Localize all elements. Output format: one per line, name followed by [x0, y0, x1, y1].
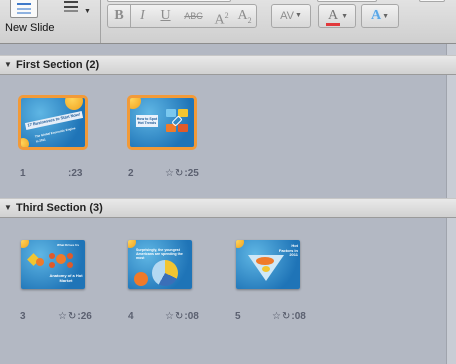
- section-title: First Section (2): [16, 59, 100, 71]
- slide-number: 3: [20, 311, 26, 322]
- underline-button[interactable]: U: [154, 4, 178, 28]
- slide-thumbnail-3[interactable]: What Drives Us Anatomy of a Hot Market: [21, 240, 85, 289]
- chevron-down-icon: ▼: [341, 12, 349, 20]
- slide-number: 2: [128, 168, 134, 179]
- font-format-bar: B I U ABC A2 A2 AV▼ A ▼ A▼: [107, 2, 456, 32]
- star-icon: ☆: [272, 311, 281, 322]
- slide-thumbnail-2[interactable]: How to Spot Hot Trends: [127, 95, 197, 150]
- new-slide-button[interactable]: New Slide: [0, 0, 58, 43]
- slide-timing: :08: [184, 311, 199, 322]
- pie-chart: [152, 260, 178, 286]
- slide-sorter[interactable]: ▼ First Section (2) 17 Businesses to Sta…: [0, 44, 456, 364]
- strikethrough-button[interactable]: ABC: [177, 4, 211, 28]
- diagram-hub: [56, 254, 66, 264]
- slide-thumbnail-4[interactable]: Surprisingly, the youngest Americans are…: [128, 240, 192, 289]
- slide-meta: ☆↻:08: [165, 311, 199, 322]
- diagram-shape: [36, 258, 44, 266]
- slide-title: Surprisingly, the youngest Americans are…: [136, 248, 183, 260]
- layout-button[interactable]: ▼: [62, 0, 94, 30]
- character-spacing-label: AV: [280, 10, 294, 22]
- chevron-down-icon: ▼: [382, 12, 390, 20]
- subscript-button[interactable]: A2: [233, 4, 257, 28]
- slide-caption: What Drives Us: [57, 243, 80, 247]
- slide-thumbnail-1[interactable]: 17 Businesses to Start Now! The Global E…: [18, 95, 88, 150]
- slide-title: Anatomy of a Hot Market: [49, 273, 83, 283]
- slide-meta: ☆↻:08: [272, 311, 306, 322]
- slide-number: 1: [20, 168, 26, 179]
- disclosure-triangle-icon[interactable]: ▼: [4, 199, 12, 217]
- italic-button[interactable]: I: [131, 4, 155, 28]
- chevron-down-icon: ▼: [294, 12, 302, 20]
- disclosure-triangle-icon[interactable]: ▼: [4, 56, 12, 74]
- rehearse-icon: ↻: [174, 311, 184, 322]
- rehearse-icon: ↻: [174, 168, 184, 179]
- section-header-third[interactable]: ▼ Third Section (3): [0, 198, 456, 218]
- layout-icon: [62, 0, 82, 14]
- superscript-sup: 2: [224, 11, 229, 20]
- slide-thumbnail-5[interactable]: Hot Factors in 2011: [236, 240, 300, 289]
- pie-slice: [134, 272, 148, 286]
- chevron-down-icon: ▼: [84, 8, 91, 15]
- funnel-fill: [262, 266, 270, 272]
- text-effects-button[interactable]: A▼: [361, 4, 399, 28]
- superscript-base: A: [214, 12, 225, 28]
- text-effects-glyph: A: [370, 8, 382, 24]
- diagram-shape: [178, 124, 188, 132]
- new-slide-label: New Slide: [5, 22, 55, 34]
- subscript-base: A: [237, 8, 248, 23]
- character-spacing-button[interactable]: AV▼: [271, 4, 311, 28]
- superscript-button[interactable]: A2: [210, 4, 234, 28]
- slide-number: 5: [235, 311, 241, 322]
- diagram-shape: [166, 109, 176, 117]
- slide-meta: ☆↻:25: [165, 168, 199, 179]
- section-title: Third Section (3): [16, 202, 103, 214]
- toolbar-divider: [100, 0, 101, 43]
- slide-meta: ☆↻:26: [58, 311, 92, 322]
- rehearse-icon: ↻: [281, 311, 291, 322]
- star-icon: ☆: [58, 311, 67, 322]
- section-header-first[interactable]: ▼ First Section (2): [0, 55, 456, 75]
- ribbon-toolbar: New Slide ▼ B I U ABC A2 A2 AV▼ A ▼ A▼: [0, 0, 456, 44]
- slide-timing: :08: [291, 311, 306, 322]
- slide-number: 4: [128, 311, 134, 322]
- slide-title: How to Spot Hot Trends: [136, 115, 158, 127]
- bold-button[interactable]: B: [107, 4, 131, 28]
- new-slide-icon: [10, 0, 38, 18]
- star-icon: ☆: [165, 168, 174, 179]
- font-color-button[interactable]: A ▼: [318, 4, 356, 28]
- slide-timing: :23: [68, 168, 83, 179]
- slide-timing: :26: [77, 311, 92, 322]
- star-icon: ☆: [165, 311, 174, 322]
- subscript-sub: 2: [247, 15, 252, 25]
- rehearse-icon: ↻: [67, 311, 77, 322]
- font-color-glyph: A: [325, 9, 341, 27]
- slide-timing: :25: [184, 168, 199, 179]
- funnel-fill: [256, 257, 274, 265]
